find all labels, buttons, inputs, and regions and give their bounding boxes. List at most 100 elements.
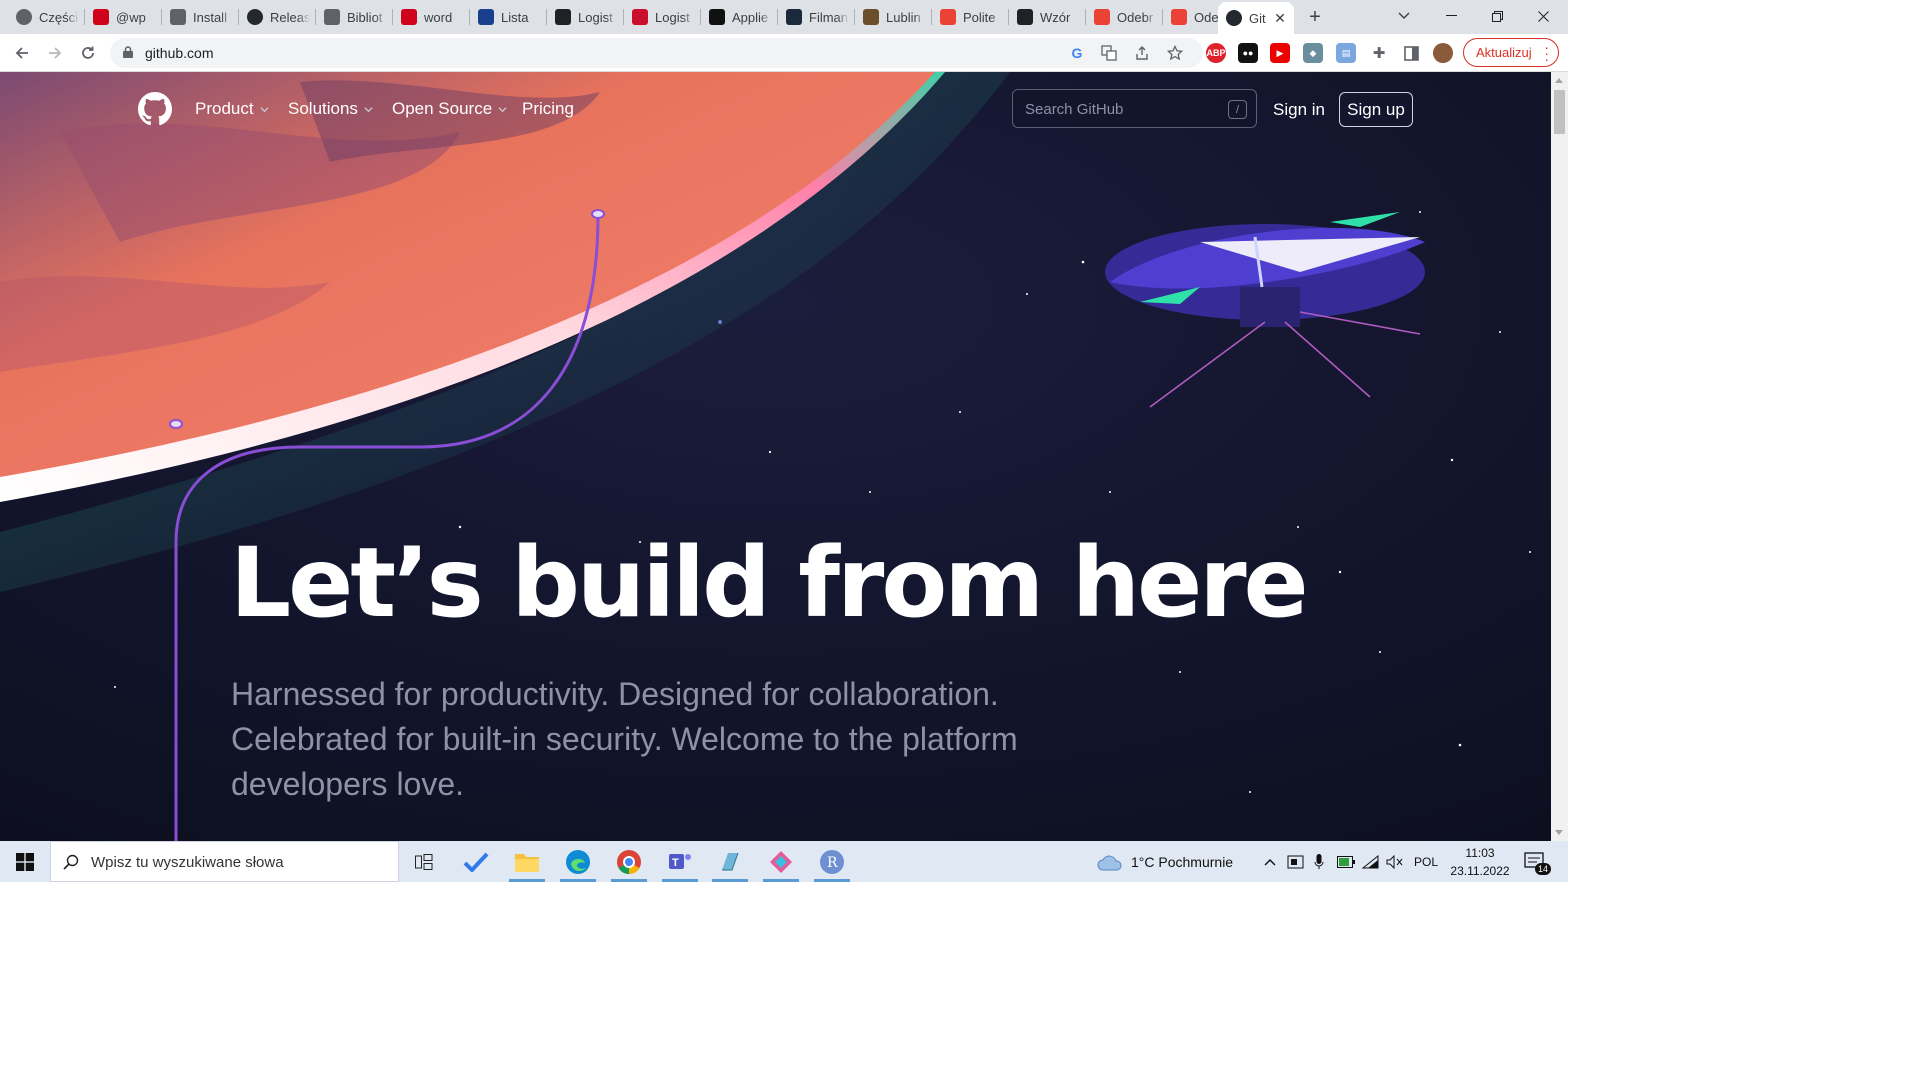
notifications-button[interactable]: 14: [1524, 841, 1552, 882]
update-button[interactable]: Aktualizuj · · ·: [1463, 38, 1559, 67]
weather-widget[interactable]: 1°C Pochmurnie: [1097, 841, 1233, 882]
restore-button[interactable]: [1474, 0, 1520, 32]
z-icon: [401, 9, 417, 25]
taskbar-search-input[interactable]: Wpisz tu wyszukiwane słowa: [50, 841, 399, 882]
adblock-extension-icon[interactable]: ABP: [1206, 43, 1226, 63]
edge-browser-icon[interactable]: [554, 841, 602, 882]
side-panel-icon[interactable]: [1401, 43, 1421, 63]
back-button[interactable]: [8, 39, 36, 67]
youtube-extension-icon[interactable]: ▶: [1270, 43, 1290, 63]
wifi-icon[interactable]: [1362, 841, 1379, 882]
browser-tab-strip: Części @wp Install Releas Bibliot word Lista Lo…: [0, 0, 1568, 34]
tab-title: Filman: [809, 9, 849, 25]
scrollbar-thumb[interactable]: [1554, 90, 1565, 134]
device-status-icon[interactable]: [1287, 841, 1304, 882]
task-view-button[interactable]: [400, 841, 448, 882]
github-logo-icon[interactable]: [138, 92, 172, 126]
browser-tab[interactable]: Lublin: [855, 2, 932, 32]
github-search-input[interactable]: Search GitHub /: [1012, 89, 1257, 128]
app-icon[interactable]: [706, 841, 754, 882]
new-tab-button[interactable]: +: [1303, 5, 1327, 29]
browser-tab[interactable]: Polite: [932, 2, 1009, 32]
browser-tab[interactable]: word: [393, 2, 470, 32]
tab-search-button[interactable]: [1381, 0, 1427, 32]
wp-icon: [93, 9, 109, 25]
tab-title: Części: [39, 9, 79, 25]
jn-icon: [632, 9, 648, 25]
nav-solutions-label: Solutions: [288, 99, 358, 118]
wikipedia-icon: [555, 9, 571, 25]
nav-open-source-label: Open Source: [392, 99, 493, 118]
microphone-icon[interactable]: [1314, 841, 1324, 882]
task-view-icon: [415, 853, 433, 870]
tab-title: Lublin: [886, 9, 921, 25]
tray-overflow-chevron[interactable]: [1264, 841, 1276, 882]
extension-icon[interactable]: ◆: [1303, 43, 1323, 63]
extension-icon[interactable]: ●●: [1238, 43, 1258, 63]
arrow-left-icon: [15, 47, 28, 59]
tab-title: word: [424, 9, 453, 25]
close-tab-icon[interactable]: ✕: [1272, 10, 1288, 26]
share-icon[interactable]: [1132, 43, 1152, 63]
nav-solutions[interactable]: Solutions: [288, 99, 373, 119]
browser-tab[interactable]: Releas: [239, 2, 316, 32]
chevron-up-icon: [1264, 858, 1276, 865]
reload-button[interactable]: [74, 39, 102, 67]
scroll-down-icon[interactable]: [1555, 830, 1563, 835]
wikipedia-icon: [1017, 9, 1033, 25]
scroll-up-icon[interactable]: [1555, 78, 1563, 83]
browser-tab[interactable]: Odebr: [1086, 2, 1163, 32]
browser-tab[interactable]: Applie: [701, 2, 778, 32]
browser-tab[interactable]: Części: [8, 2, 85, 32]
hero-subtitle: Harnessed for productivity. Designed for…: [231, 676, 1018, 802]
arrow-right-icon: [49, 47, 62, 59]
minimize-button[interactable]: [1428, 0, 1474, 32]
app-icon[interactable]: [757, 841, 805, 882]
browser-tab[interactable]: Lista: [470, 2, 547, 32]
system-clock[interactable]: 11:03 23.11.2022: [1448, 844, 1512, 880]
bookmark-star-icon[interactable]: [1165, 43, 1185, 63]
windows-logo-icon: [16, 852, 34, 871]
address-bar[interactable]: github.com G: [110, 38, 1203, 68]
menu-dots-icon: · · ·: [1544, 39, 1549, 67]
translate-icon[interactable]: [1099, 43, 1119, 63]
e-icon: [478, 9, 494, 25]
browser-tab[interactable]: Logist: [547, 2, 624, 32]
battery-icon[interactable]: [1337, 841, 1355, 882]
hero-title: Let’s build from here: [230, 527, 1309, 639]
filman-icon: [786, 9, 802, 25]
sign-in-link[interactable]: Sign in: [1273, 100, 1325, 120]
nav-open-source[interactable]: Open Source: [392, 99, 507, 119]
tab-title: @wp: [116, 9, 146, 25]
teams-icon[interactable]: T: [656, 841, 704, 882]
start-button[interactable]: [0, 841, 50, 882]
forward-button[interactable]: [41, 39, 69, 67]
svg-text:R: R: [827, 855, 838, 871]
r-app-icon[interactable]: R: [808, 841, 856, 882]
browser-tab[interactable]: Git ✕: [1218, 2, 1294, 34]
nav-pricing[interactable]: Pricing: [522, 99, 574, 119]
browser-tab[interactable]: Wzór: [1009, 2, 1086, 32]
page-scrollbar[interactable]: [1551, 72, 1568, 841]
chrome-icon: [16, 9, 32, 25]
docs-extension-icon[interactable]: ▤: [1336, 43, 1356, 63]
chevron-down-icon: [498, 106, 507, 112]
browser-tab[interactable]: Bibliot: [316, 2, 393, 32]
extensions-puzzle-icon[interactable]: ✚: [1369, 43, 1389, 63]
todo-app-icon[interactable]: [452, 841, 500, 882]
chrome-browser-icon[interactable]: [605, 841, 653, 882]
browser-tab[interactable]: Logist: [624, 2, 701, 32]
file-explorer-icon[interactable]: [503, 841, 551, 882]
profile-avatar[interactable]: [1433, 43, 1453, 63]
browser-tab[interactable]: Install: [162, 2, 239, 32]
sign-up-button[interactable]: Sign up: [1339, 92, 1413, 127]
volume-muted-icon[interactable]: [1386, 841, 1403, 882]
nav-product[interactable]: Product: [195, 99, 269, 119]
taskbar-search-placeholder: Wpisz tu wyszukiwane słowa: [91, 854, 284, 871]
close-window-button[interactable]: [1520, 0, 1566, 32]
language-indicator[interactable]: POL: [1414, 841, 1438, 882]
google-icon[interactable]: G: [1067, 43, 1087, 63]
browser-tab[interactable]: @wp: [85, 2, 162, 32]
browser-tab[interactable]: Filman: [778, 2, 855, 32]
search-placeholder: Search GitHub: [1025, 101, 1124, 118]
